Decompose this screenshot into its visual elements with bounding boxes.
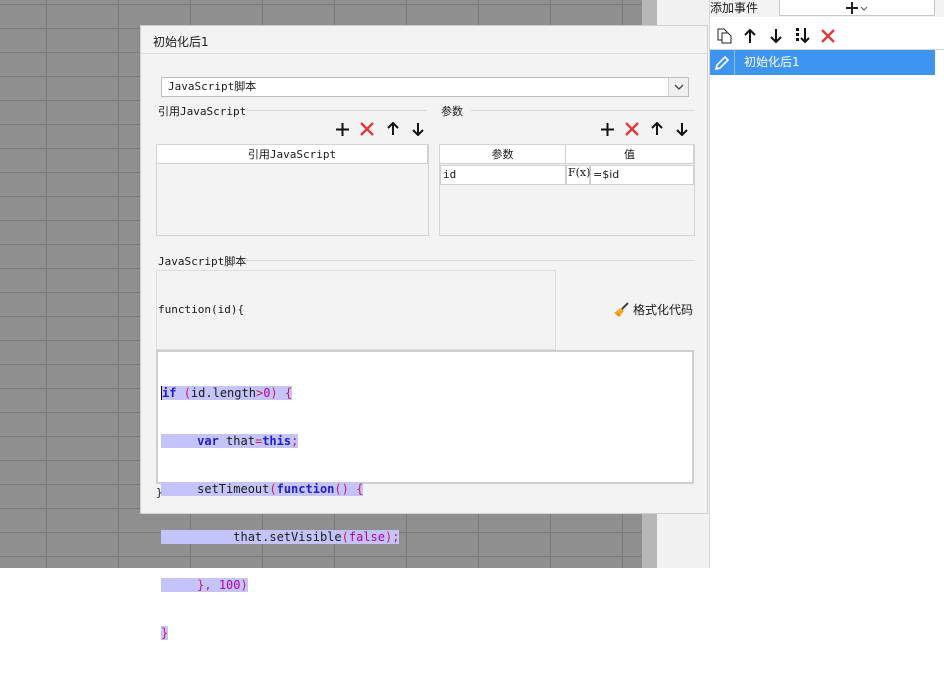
event-item-label: 初始化后1 — [744, 55, 800, 69]
event-dialog: 初始化后1 JavaScript脚本 引用JavaScript 引用JavaSc… — [140, 25, 708, 640]
arrow-down-icon[interactable] — [766, 26, 786, 46]
event-list: 初始化后1 — [710, 49, 944, 568]
plus-icon — [846, 1, 868, 14]
arrow-down-icon[interactable] — [673, 120, 691, 138]
event-panel-header: 添加事件 — [710, 0, 944, 17]
arrow-up-icon[interactable] — [740, 26, 760, 46]
format-code-button[interactable]: 格式化代码 — [613, 301, 693, 318]
param-value-header[interactable]: 值 — [566, 145, 694, 164]
event-toolbar — [710, 24, 944, 48]
dialog-title: 初始化后1 — [153, 35, 209, 49]
add-event-button[interactable] — [779, 0, 935, 16]
pencil-icon[interactable] — [710, 50, 735, 75]
code-line: var that=this; — [161, 433, 399, 449]
function-signature: function(id){ — [158, 303, 245, 316]
params-label: 参数 — [441, 105, 463, 118]
broom-icon — [614, 301, 629, 317]
param-name-cell[interactable]: id — [440, 165, 566, 185]
code-editor[interactable]: if (id.length>0) { var that=this; setTim… — [156, 350, 694, 640]
ref-js-label: 引用JavaScript — [158, 105, 247, 118]
delete-icon[interactable] — [623, 120, 641, 138]
sort-down-icon[interactable] — [792, 26, 812, 46]
copy-icon[interactable] — [714, 26, 734, 46]
script-type-select[interactable]: JavaScript脚本 — [161, 77, 689, 97]
params-table: 参数 值 id F(x) =$id — [439, 144, 695, 236]
title-divider — [141, 53, 707, 54]
format-code-label: 格式化代码 — [633, 303, 694, 317]
arrow-up-icon[interactable] — [384, 120, 402, 138]
script-type-value: JavaScript脚本 — [168, 80, 257, 93]
arrow-up-icon[interactable] — [648, 120, 666, 138]
code-line: }, 100) — [161, 577, 399, 593]
code-line: setTimeout(function() { — [161, 481, 399, 497]
param-name-header[interactable]: 参数 — [440, 145, 566, 164]
function-header: function(id){ — [156, 270, 556, 350]
chevron-down-icon[interactable] — [668, 78, 688, 96]
code-line: that.setVisible(false); — [161, 529, 400, 545]
script-label: JavaScript脚本 — [158, 255, 247, 268]
params-divider — [471, 110, 695, 111]
delete-icon[interactable] — [358, 120, 376, 138]
event-panel: 添加事件 初始化后1 — [709, 0, 944, 568]
ref-js-table: 引用JavaScript — [156, 144, 429, 236]
arrow-down-icon[interactable] — [409, 120, 427, 138]
ref-js-divider — [247, 110, 427, 111]
code-line: if (id.length>0) { — [161, 386, 293, 400]
function-closing-brace: } — [156, 486, 163, 499]
plus-icon[interactable] — [598, 120, 616, 138]
script-divider — [244, 260, 695, 261]
code-line: } — [161, 626, 169, 640]
event-item[interactable]: 初始化后1 — [710, 50, 935, 75]
fx-label: F(x) — [568, 166, 591, 179]
plus-icon[interactable] — [333, 120, 351, 138]
ref-js-column-header[interactable]: 引用JavaScript — [157, 145, 428, 164]
delete-icon[interactable] — [818, 26, 838, 46]
fx-icon[interactable]: F(x) — [566, 165, 590, 185]
add-event-label: 添加事件 — [710, 1, 759, 15]
param-value-cell[interactable]: =$id — [590, 165, 694, 185]
code-text: if (id.length>0) { var that=this; setTim… — [161, 353, 400, 673]
